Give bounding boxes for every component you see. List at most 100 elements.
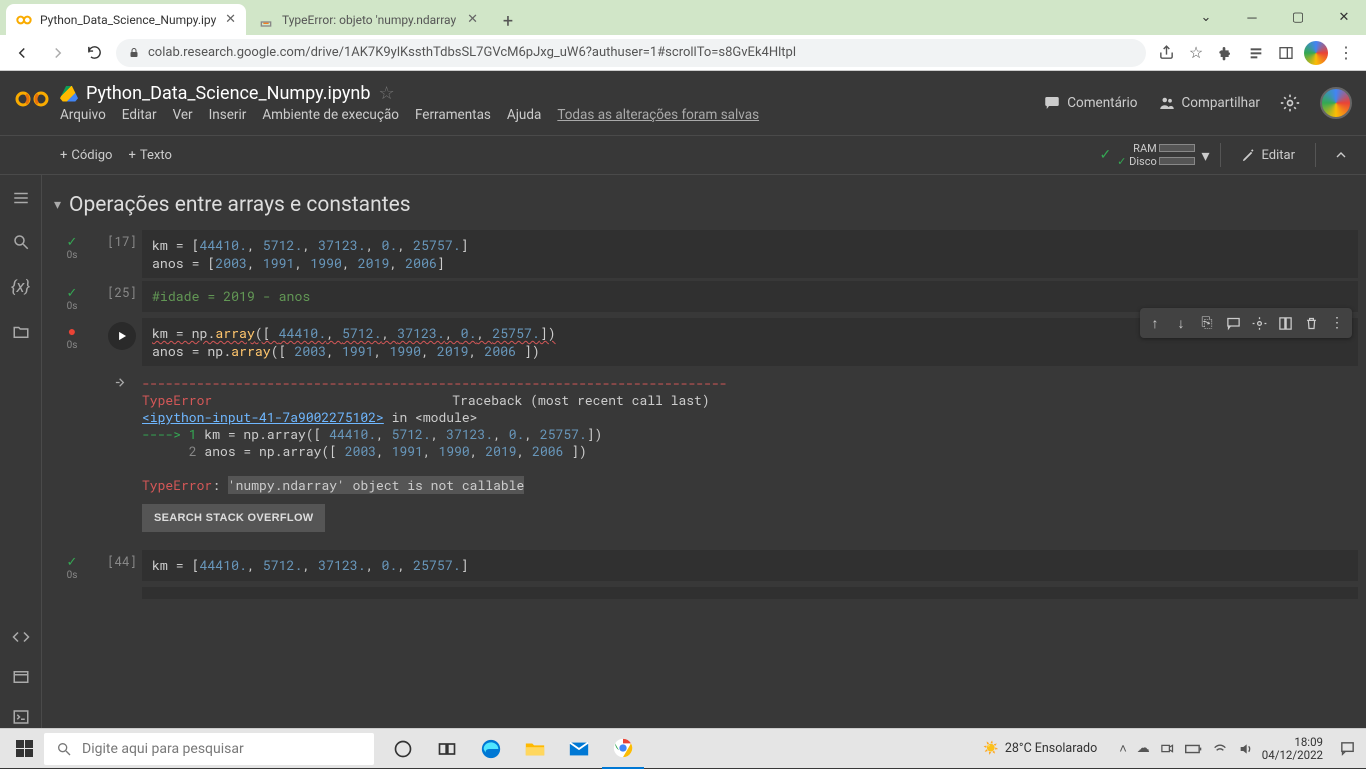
exec-count: [44] [107,554,137,570]
code-cell-active[interactable]: ↑ ↓ ⎘ ⋮ ●0s km = np.array([ 44410., 5712… [42,318,1366,366]
cortana-icon[interactable] [382,729,424,769]
weather-widget[interactable]: ☀️ 28°C Ensolarado [983,741,1097,756]
windows-logo-icon [16,740,33,757]
status-check-icon: ✓ [67,287,78,301]
resource-monitor[interactable]: ✓ RAM ✓ Disco ▾ [1099,142,1209,168]
variables-icon[interactable]: {x} [11,277,30,297]
task-view-icon[interactable] [426,729,468,769]
menu-ferramentas[interactable]: Ferramentas [415,107,491,123]
move-up-icon[interactable]: ↑ [1142,310,1168,336]
system-tray: ☀️ 28°C Ensolarado ˄ ☁ 18:09 04/12/2022 [983,736,1362,762]
doc-title[interactable]: Python_Data_Science_Numpy.ipynb [86,83,370,104]
settings-cell-icon[interactable] [1246,310,1272,336]
collapse-arrow-icon[interactable]: ▾ [54,197,61,213]
share-button[interactable]: Compartilhar [1158,94,1261,112]
edge-icon[interactable] [470,729,512,769]
delete-cell-icon[interactable] [1298,310,1324,336]
move-down-icon[interactable]: ↓ [1168,310,1194,336]
kebab-menu-icon[interactable]: ⋮ [1334,41,1358,65]
tray-overflow-icon[interactable]: ˄ [1119,741,1127,757]
cell-code[interactable]: km = [44410., 5712., 37123., 0., 25757.]… [142,230,1358,278]
traceback-link[interactable]: <ipython-input-41-7a9002275102> [142,408,384,426]
profile-avatar-icon[interactable] [1304,41,1328,65]
tab-close-icon[interactable]: ✕ [467,12,478,27]
left-rail: {x} [0,175,42,740]
files-icon[interactable] [12,323,30,341]
extensions-puzzle-icon[interactable] [1214,41,1238,65]
meet-now-icon[interactable] [1160,741,1175,756]
search-icon [56,741,72,757]
section-header[interactable]: ▾ Operações entre arrays e constantes [42,183,1366,227]
comment-cell-icon[interactable] [1220,310,1246,336]
code-snippets-icon[interactable] [12,628,30,646]
link-icon[interactable]: ⎘ [1194,310,1220,336]
menu-ambiente[interactable]: Ambiente de execução [262,107,399,123]
mirror-cell-icon[interactable] [1272,310,1298,336]
expand-toggle-button[interactable] [1326,140,1356,170]
notifications-icon[interactable] [1339,740,1356,757]
window-close-icon[interactable]: ✕ [1322,3,1366,33]
tab-title: TypeError: objeto 'numpy.ndarray [282,13,456,27]
menu-inserir[interactable]: Inserir [209,107,247,123]
account-avatar[interactable] [1320,87,1352,119]
cell-output: ----------------------------------------… [142,369,1358,540]
terminal-icon[interactable] [12,708,30,726]
dropdown-icon[interactable]: ▾ [1201,146,1209,165]
window-minimize-icon[interactable]: ─ [1230,3,1274,33]
chrome-icon[interactable] [602,729,644,769]
cell-code[interactable]: km = [44410., 5712., 37123., 0., 25757.] [142,550,1358,581]
sidepanel-icon[interactable] [1274,41,1298,65]
browser-tab-active[interactable]: Python_Data_Science_Numpy.ipy ✕ [6,4,246,35]
header-right: Comentário Compartilhar [1043,87,1352,119]
more-cell-icon[interactable]: ⋮ [1324,310,1350,336]
volume-icon[interactable] [1238,741,1254,757]
code-cell[interactable]: ✓0s [44] km = [44410., 5712., 37123., 0.… [42,550,1366,581]
taskbar-clock[interactable]: 18:09 04/12/2022 [1262,736,1323,762]
start-button[interactable] [4,729,44,769]
colab-logo-icon[interactable] [14,87,46,119]
nav-reload-button[interactable] [80,39,108,67]
output-toggle-icon[interactable] [114,375,129,390]
search-stackoverflow-button[interactable]: SEARCH STACK OVERFLOW [142,504,325,532]
battery-icon[interactable] [1185,743,1202,755]
add-text-button[interactable]: + Texto [120,144,179,167]
colab-toolbar: + Código + Texto ✓ RAM ✓ Disco ▾ Editar [0,135,1366,175]
exec-count: [25] [107,285,137,301]
file-explorer-icon[interactable] [514,729,556,769]
menu-arquivo[interactable]: Arquivo [60,107,106,123]
reading-list-icon[interactable] [1244,41,1268,65]
mail-icon[interactable] [558,729,600,769]
taskbar-search-input[interactable]: Digite aqui para pesquisar [44,733,374,765]
comment-button[interactable]: Comentário [1043,94,1137,112]
share-icon[interactable] [1154,41,1178,65]
new-tab-button[interactable]: + [494,7,522,35]
caret-down-icon[interactable]: ⌄ [1184,3,1228,33]
search-icon[interactable] [12,233,30,251]
browser-tab-inactive[interactable]: TypeError: objeto 'numpy.ndarray ✕ [248,4,488,35]
nav-back-button[interactable] [8,39,36,67]
divider [1220,143,1221,167]
onedrive-icon[interactable]: ☁ [1137,741,1150,756]
menu-editar[interactable]: Editar [122,107,157,123]
star-icon[interactable]: ☆ [378,83,394,104]
cell-code[interactable] [142,587,1358,599]
command-palette-icon[interactable] [12,668,30,686]
toc-icon[interactable] [12,189,30,207]
url-input[interactable]: colab.research.google.com/drive/1AK7K9yl… [116,39,1146,67]
window-maximize-icon[interactable]: ▢ [1276,3,1320,33]
menu-ajuda[interactable]: Ajuda [507,107,541,123]
wifi-icon[interactable] [1212,741,1228,757]
notebook-content[interactable]: ▾ Operações entre arrays e constantes ✓0… [42,175,1366,740]
save-status[interactable]: Todas as alterações foram salvas [557,107,759,123]
menu-ver[interactable]: Ver [173,107,193,123]
browser-tabstrip: Python_Data_Science_Numpy.ipy ✕ TypeErro… [0,0,1366,35]
error-divider: ----------------------------------------… [142,375,1358,392]
edit-mode-button[interactable]: Editar [1231,144,1306,167]
settings-gear-icon[interactable] [1280,93,1300,113]
add-code-button[interactable]: + Código [52,144,120,167]
bookmark-star-icon[interactable]: ☆ [1184,41,1208,65]
run-cell-button[interactable] [108,322,136,350]
code-cell[interactable]: ✓0s [17] km = [44410., 5712., 37123., 0.… [42,230,1366,278]
tab-close-icon[interactable]: ✕ [225,12,236,27]
code-cell[interactable] [42,587,1366,599]
